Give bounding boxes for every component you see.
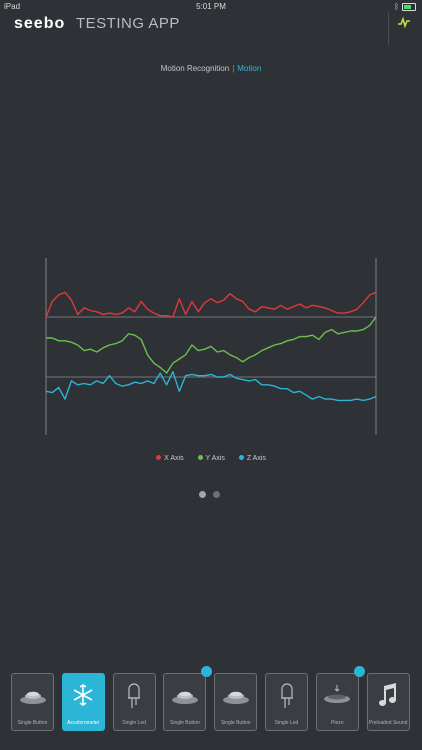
tool-single-led[interactable]: Single Led xyxy=(265,673,308,731)
chart-legend: X Axis Y Axis Z Axis xyxy=(0,455,422,462)
page-dot-2[interactable] xyxy=(213,491,220,498)
tool-label: Single Led xyxy=(274,720,299,726)
battery-icon xyxy=(402,2,416,11)
tool-single-led[interactable]: Single Led xyxy=(112,673,156,731)
clock: 5:01 PM xyxy=(196,2,226,11)
component-toolbar: Single Button Accelerometer Single Led Sing… xyxy=(0,663,422,750)
app-title: TESTING APP xyxy=(76,15,180,32)
tool-label: Single Button xyxy=(220,720,251,726)
connection-badge xyxy=(353,666,365,677)
tool-single-button[interactable]: Single Button xyxy=(163,673,207,731)
push-button-icon xyxy=(12,680,53,710)
series-line-z-axis xyxy=(45,371,377,402)
tool-accelerometer[interactable]: Accelerometer xyxy=(61,673,105,731)
accelerometer-icon xyxy=(63,680,104,710)
tool-label: Single Led xyxy=(122,720,146,726)
series-line-y-axis xyxy=(46,316,377,374)
legend-swatch-z xyxy=(238,455,244,460)
legend-item-z: Z Axis xyxy=(238,455,266,462)
motion-chart xyxy=(45,258,377,435)
page-dot-1[interactable] xyxy=(199,491,206,498)
app-header: seebo TESTING APP xyxy=(0,12,422,45)
header-divider xyxy=(388,12,389,45)
legend-swatch-y xyxy=(197,455,203,460)
legend-item-x: X Axis xyxy=(156,455,184,462)
led-bulb-icon xyxy=(266,680,307,710)
tool-label: Single Button xyxy=(170,720,200,726)
piezo-icon xyxy=(317,680,358,710)
tab-motion[interactable]: Motion xyxy=(237,64,261,73)
tool-label: Accelerometer xyxy=(67,720,100,726)
tool-preloaded-sound[interactable]: Preloaded Sound xyxy=(366,673,410,731)
tab-motion-recognition[interactable]: Motion Recognition xyxy=(161,64,229,73)
tool-label: Preloaded Sound xyxy=(368,720,408,726)
legend-item-y: Y Axis xyxy=(197,455,225,462)
tool-label: Piezo xyxy=(331,720,344,726)
tool-single-button[interactable]: Single Button xyxy=(11,673,54,731)
push-button-icon xyxy=(164,680,205,710)
tab-separator: | xyxy=(232,64,235,73)
tool-single-button[interactable]: Single Button xyxy=(214,673,258,731)
page-indicator xyxy=(199,491,220,498)
series-line-x-axis xyxy=(45,291,377,318)
led-bulb-icon xyxy=(114,680,155,710)
brand-logo: seebo xyxy=(14,15,66,32)
tool-piezo[interactable]: Piezo xyxy=(315,673,359,731)
bluetooth-icon: ᛒ xyxy=(394,2,399,11)
status-bar: iPad 5:01 PM ᛒ xyxy=(0,0,422,12)
music-note-icon xyxy=(368,680,409,710)
legend-swatch-x xyxy=(156,455,162,460)
mode-tabs: Motion Recognition | Motion xyxy=(0,64,422,73)
tool-label: Single Button xyxy=(17,720,48,726)
activity-pulse-icon[interactable] xyxy=(396,14,412,30)
push-button-icon xyxy=(215,680,256,710)
connection-badge xyxy=(201,666,213,677)
